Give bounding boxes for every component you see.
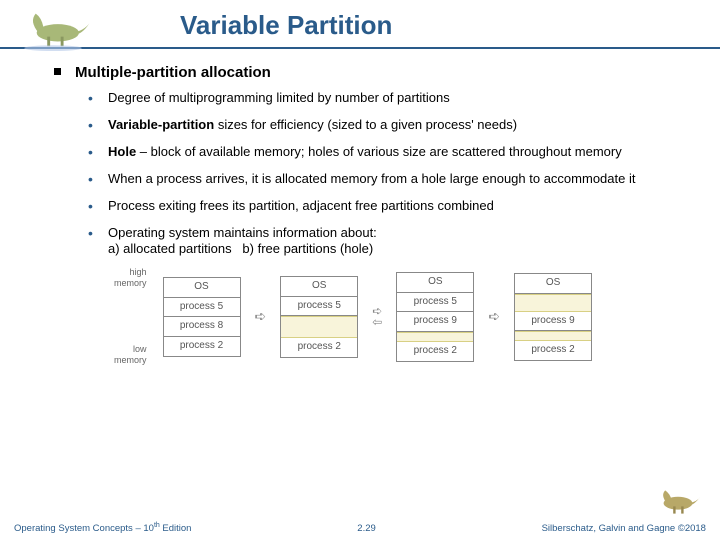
bullet-dot-icon: •	[88, 117, 108, 135]
memory-block: process 2	[515, 341, 591, 360]
double-arrow-icon: ➪⇦	[372, 306, 382, 328]
sub-bullet-text: Variable-partition sizes for efficiency …	[108, 117, 690, 135]
main-bullet: Multiple-partition allocation	[54, 63, 690, 82]
sub-bullet: •When a process arrives, it is allocated…	[88, 171, 690, 189]
main-bullet-text: Multiple-partition allocation	[75, 63, 271, 82]
memory-block: process 2	[397, 342, 473, 361]
memory-axis-labels: high memory low memory	[114, 267, 149, 367]
sub-bullet: •Degree of multiprogramming limited by n…	[88, 90, 690, 108]
memory-diagram: high memory low memory OSprocess 5proces…	[114, 267, 690, 367]
memory-column-4: OS process 9 process 2	[514, 273, 592, 361]
footer-book-title: Operating System Concepts – 10th Edition	[14, 522, 191, 534]
low-memory-label: low memory	[114, 344, 147, 367]
sub-bullet-text: Hole – block of available memory; holes …	[108, 144, 690, 162]
memory-block: process 8	[164, 317, 240, 337]
sub-bullet-text: Operating system maintains information a…	[108, 225, 690, 258]
memory-hole	[515, 294, 591, 312]
sub-bullet: •Process exiting frees its partition, ad…	[88, 198, 690, 216]
arrow-icon: ➪	[255, 308, 267, 326]
dinosaur-footer-icon	[654, 484, 702, 520]
memory-block: process 5	[281, 297, 357, 317]
footer-copyright: Silberschatz, Galvin and Gagne ©2018	[542, 523, 706, 534]
memory-block: process 2	[281, 338, 357, 357]
sub-bullet-text: When a process arrives, it is allocated …	[108, 171, 690, 189]
bullet-dot-icon: •	[88, 90, 108, 108]
slide-title: Variable Partition	[180, 10, 690, 41]
memory-block: OS	[164, 278, 240, 298]
sub-bullet: •Hole – block of available memory; holes…	[88, 144, 690, 162]
footer-page-number: 2.29	[357, 523, 376, 534]
memory-block: process 5	[397, 293, 473, 313]
sub-bullet-text: Process exiting frees its partition, adj…	[108, 198, 690, 216]
bullet-dot-icon: •	[88, 198, 108, 216]
memory-column-3: OSprocess 5process 9 process 2	[396, 272, 474, 362]
memory-hole	[515, 331, 591, 341]
memory-column-2: OSprocess 5 process 2	[280, 276, 358, 358]
memory-column-1: OSprocess 5process 8process 2	[163, 277, 241, 357]
slide-footer: Operating System Concepts – 10th Edition…	[0, 522, 720, 534]
arrow-icon: ➪	[488, 308, 500, 326]
bullet-dot-icon: •	[88, 225, 108, 258]
sub-bullet-list: •Degree of multiprogramming limited by n…	[88, 90, 690, 258]
memory-block: process 9	[397, 312, 473, 332]
dinosaur-logo-icon	[14, 4, 92, 52]
memory-block: process 5	[164, 298, 240, 318]
sub-bullet-text: Degree of multiprogramming limited by nu…	[108, 90, 690, 108]
sub-bullet: •Operating system maintains information …	[88, 225, 690, 258]
slide-content: Multiple-partition allocation •Degree of…	[0, 49, 720, 367]
bullet-dot-icon: •	[88, 171, 108, 189]
memory-block: OS	[515, 274, 591, 294]
memory-hole	[397, 332, 473, 342]
memory-hole	[281, 316, 357, 338]
memory-block: OS	[397, 273, 473, 293]
memory-block: process 9	[515, 312, 591, 332]
square-bullet-icon	[54, 68, 61, 75]
memory-block: process 2	[164, 337, 240, 356]
sub-bullet: •Variable-partition sizes for efficiency…	[88, 117, 690, 135]
high-memory-label: high memory	[114, 267, 147, 290]
memory-block: OS	[281, 277, 357, 297]
bullet-dot-icon: •	[88, 144, 108, 162]
